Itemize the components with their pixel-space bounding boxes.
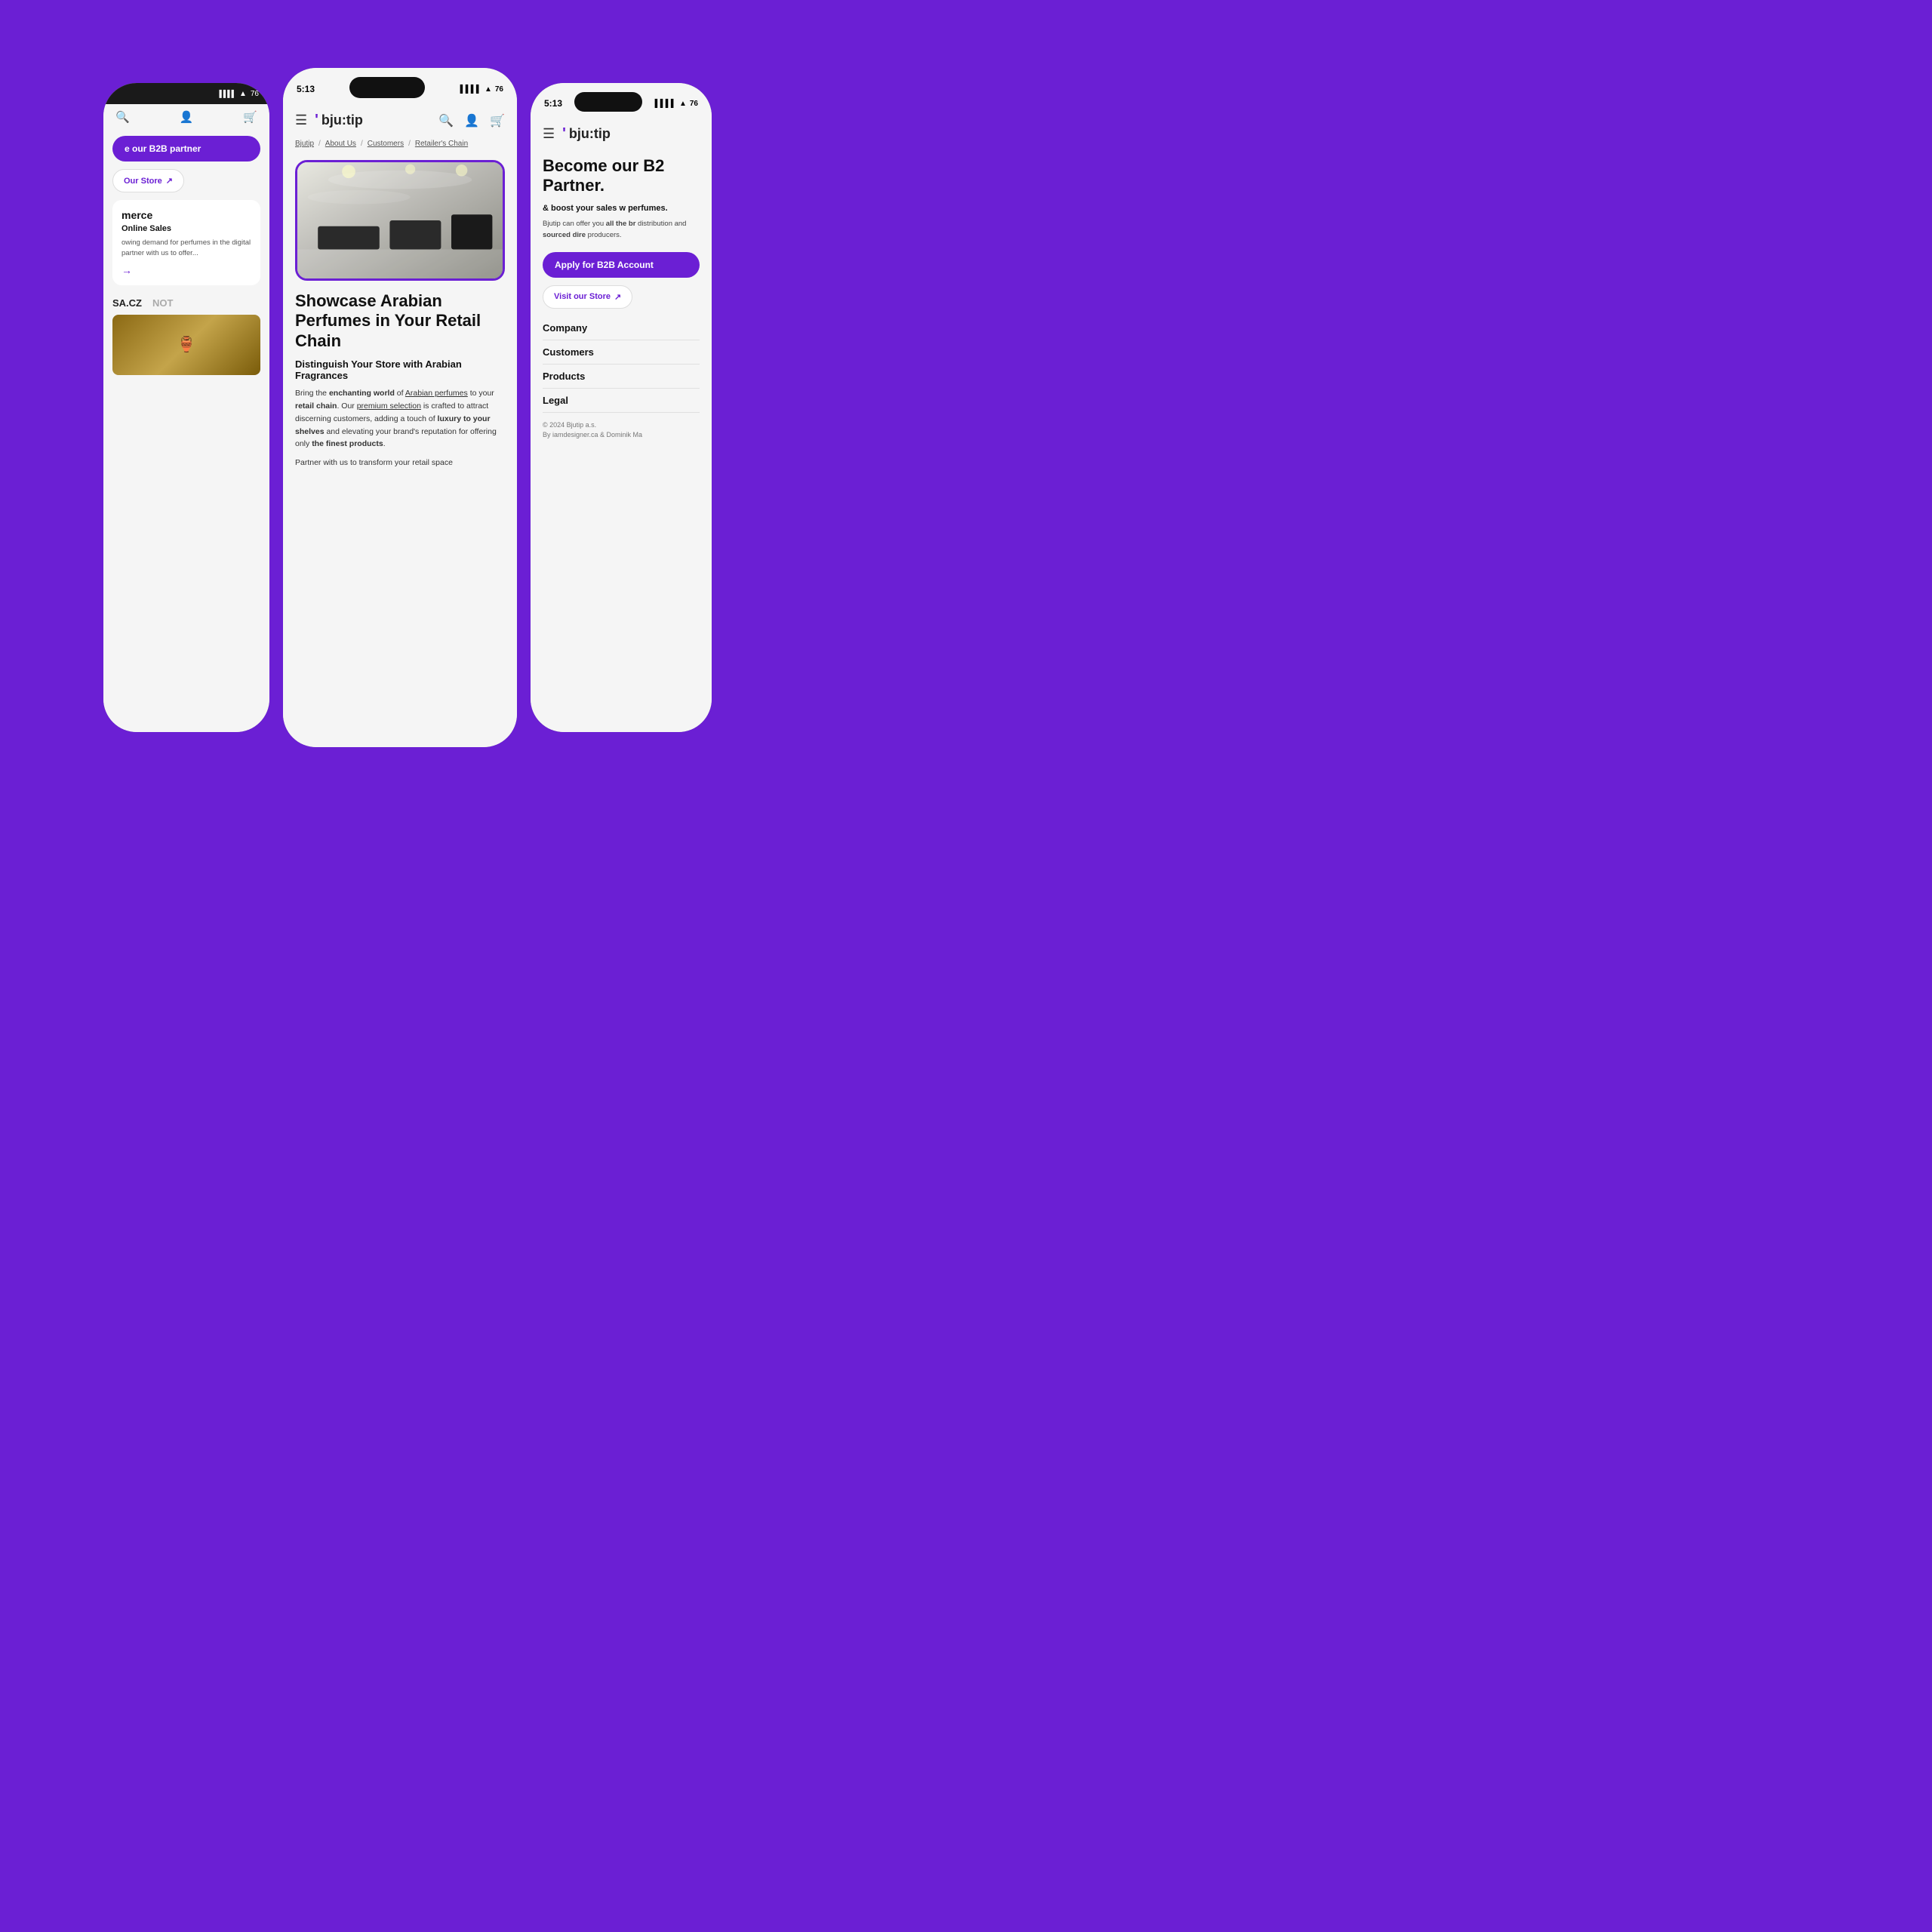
- battery-left: 76: [251, 90, 259, 98]
- wifi-left: ▲: [239, 90, 247, 98]
- status-icons-center: ▌▌▌▌ ▲ 76: [460, 85, 503, 94]
- battery-center: 76: [495, 85, 503, 94]
- signal-center: ▌▌▌▌: [460, 85, 481, 94]
- bold-brand: all the br: [606, 220, 636, 228]
- section-subtitle-left: Online Sales: [122, 224, 251, 233]
- nav-icons-center: 🔍 👤 🛒: [438, 113, 505, 128]
- b2b-heading-right: Become our B2 Partner.: [543, 156, 700, 196]
- store-shelves-svg: [297, 162, 503, 278]
- sub-heading-center: Distinguish Your Store with Arabian Frag…: [295, 358, 505, 381]
- bold-sourced: sourced dire: [543, 231, 586, 239]
- camera-notch-left: ▌▌▌▌ ▲ 76: [103, 83, 269, 104]
- time-right: 5:13: [544, 98, 562, 109]
- logo-not-left: NOT: [152, 297, 173, 309]
- bold-retail-chain: retail chain: [295, 401, 337, 411]
- user-icon-left[interactable]: 👤: [180, 110, 194, 124]
- wifi-right: ▲: [679, 100, 687, 108]
- external-link-icon-right: ↗: [614, 292, 621, 302]
- right-content: Become our B2 Partner. & boost your sale…: [531, 149, 712, 732]
- store-button-left[interactable]: Our Store ↗: [112, 169, 184, 192]
- b2b-cta-button-left[interactable]: e our B2B partner: [112, 136, 260, 162]
- footer-copyright-right: © 2024 Bjutip a.s. By iamdesigner.ca & D…: [543, 420, 700, 441]
- logo-right[interactable]: ' bju:tip: [562, 125, 611, 143]
- logo-sa-left: SA.CZ: [112, 297, 142, 309]
- b2b-body-right: Bjutip can offer you all the br distribu…: [543, 219, 700, 241]
- arrow-link-left[interactable]: →: [122, 264, 251, 276]
- body-continuation-center: Partner with us to transform your retail…: [295, 457, 505, 469]
- breadcrumb-center: Bjutip / About Us / Customers / Retailer…: [283, 135, 517, 152]
- section-text-left: owing demand for perfumes in the digital…: [122, 238, 251, 260]
- bold-enchanting: enchanting world: [329, 389, 395, 398]
- apply-b2b-button-right[interactable]: Apply for B2B Account: [543, 252, 700, 278]
- cart-icon-center[interactable]: 🛒: [490, 113, 505, 128]
- cart-icon-left[interactable]: 🛒: [243, 110, 257, 124]
- status-icons-right: ▌▌▌▌ ▲ 76: [655, 100, 698, 108]
- dynamic-island-right: [574, 92, 642, 112]
- breadcrumb-customers[interactable]: Customers: [368, 140, 404, 148]
- phone-center: 5:13 ▌▌▌▌ ▲ 76 ☰ ' bju:tip �: [283, 68, 517, 747]
- time-center: 5:13: [297, 84, 315, 94]
- link-arabian-perfumes[interactable]: Arabian perfumes: [405, 389, 468, 398]
- heading-line2-right: Partner.: [543, 176, 605, 195]
- logo-text-center: bju:tip: [321, 112, 363, 128]
- section-title-left: merce: [122, 209, 251, 221]
- breadcrumb-bjutip[interactable]: Bjutip: [295, 140, 314, 148]
- status-bar-right: 5:13 ▌▌▌▌ ▲ 76: [531, 83, 712, 119]
- status-bar-center: 5:13 ▌▌▌▌ ▲ 76: [283, 68, 517, 106]
- bold-luxury: luxury to your shelves: [295, 414, 491, 436]
- breadcrumb-retailer[interactable]: Retailer's Chain: [415, 140, 468, 148]
- logo-row-left: SA.CZ NOT: [112, 291, 260, 315]
- b2b-body-bjutip: Bjutip: [543, 220, 561, 228]
- breadcrumb-about-us[interactable]: About Us: [325, 140, 356, 148]
- store-image-center: bju:tip: [295, 160, 505, 281]
- phones-container: ▌▌▌▌ ▲ 76 🔍 👤 🛒 e our B2B partner Our St…: [0, 0, 815, 815]
- logo-center[interactable]: ' bju:tip: [315, 112, 363, 129]
- footer-nav-customers[interactable]: Customers: [543, 340, 700, 365]
- visit-store-label-right: Visit our Store: [554, 292, 611, 301]
- user-icon-center[interactable]: 👤: [464, 113, 479, 128]
- dynamic-island-center: [349, 77, 425, 98]
- navbar-right: ☰ ' bju:tip: [531, 119, 712, 149]
- main-heading-center: Showcase Arabian Perfumes in Your Retail…: [295, 291, 505, 351]
- navbar-center: ☰ ' bju:tip 🔍 👤 🛒: [283, 106, 517, 135]
- body-text-center: Bring the enchanting world of Arabian pe…: [295, 387, 505, 451]
- wifi-center: ▲: [485, 85, 492, 94]
- hamburger-icon-center[interactable]: ☰: [295, 112, 307, 128]
- heading-line1-right: Become our B2: [543, 156, 664, 175]
- credits-text: By iamdesigner.ca & Dominik Ma: [543, 430, 700, 441]
- content-center: bju:tip: [283, 152, 517, 747]
- visit-store-button-right[interactable]: Visit our Store ↗: [543, 285, 632, 309]
- search-icon-left[interactable]: 🔍: [115, 110, 130, 124]
- footer-nav-legal[interactable]: Legal: [543, 389, 700, 413]
- footer-nav-company[interactable]: Company: [543, 316, 700, 340]
- perfume-image-left: 🏺: [112, 315, 260, 375]
- logo-text-right: bju:tip: [569, 126, 611, 142]
- copyright-text: © 2024 Bjutip a.s.: [543, 420, 700, 431]
- bold-finest: the finest products: [312, 439, 383, 448]
- logo-quote-center: ': [315, 112, 318, 129]
- hamburger-icon-right[interactable]: ☰: [543, 126, 555, 142]
- signal-right: ▌▌▌▌: [655, 100, 676, 108]
- footer-nav-right: Company Customers Products Legal: [543, 316, 700, 413]
- left-content: e our B2B partner Our Store ↗ merce Onli…: [103, 130, 269, 732]
- section-card-left: merce Online Sales owing demand for perf…: [112, 200, 260, 285]
- signal-left: ▌▌▌▌: [219, 90, 235, 97]
- search-icon-center[interactable]: 🔍: [438, 113, 454, 128]
- navbar-left: 🔍 👤 🛒: [103, 104, 269, 130]
- link-premium-selection[interactable]: premium selection: [357, 401, 421, 411]
- b2b-subtext-right: & boost your sales w perfumes.: [543, 202, 700, 215]
- battery-right: 76: [690, 100, 698, 108]
- logo-quote-right: ': [562, 125, 566, 143]
- external-link-icon-left: ↗: [166, 176, 173, 186]
- phone-left: ▌▌▌▌ ▲ 76 🔍 👤 🛒 e our B2B partner Our St…: [103, 83, 269, 732]
- footer-nav-products[interactable]: Products: [543, 365, 700, 389]
- phone-right: 5:13 ▌▌▌▌ ▲ 76 ☰ ' bju:tip: [531, 83, 712, 732]
